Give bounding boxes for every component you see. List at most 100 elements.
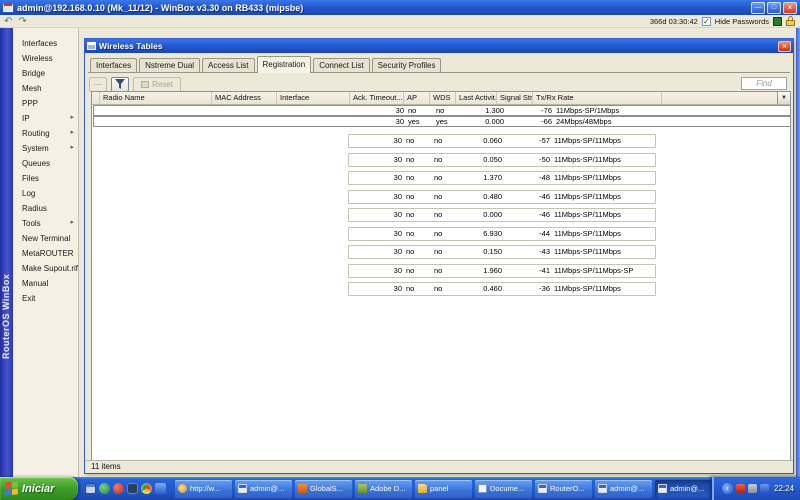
column-select-button[interactable]: ▼: [777, 92, 790, 104]
sidebar-item-new-terminal[interactable]: New Terminal: [13, 231, 78, 246]
column-header-wds[interactable]: WDS: [430, 92, 456, 104]
sidebar-item-bridge[interactable]: Bridge: [13, 66, 78, 81]
tab-security-profiles[interactable]: Security Profiles: [371, 58, 442, 72]
column-header-signal-stre[interactable]: Signal Stre...: [497, 92, 533, 104]
network-icon[interactable]: [760, 484, 769, 493]
sidebar-item-files[interactable]: Files: [13, 171, 78, 186]
taskbar-button-label: admin@...: [610, 484, 645, 493]
wireless-tables-icon: [87, 42, 96, 50]
sidebar-item-radius[interactable]: Radius: [13, 201, 78, 216]
minimize-button[interactable]: —: [751, 1, 765, 14]
column-header-mac-address[interactable]: MAC Address: [212, 92, 277, 104]
table-row[interactable]: 30 no no 0.480 -46 11Mbps-SP/11Mbps: [92, 189, 790, 204]
table-row[interactable]: 30 no no 1.960 -41 11Mbps-SP/11Mbps-SP: [92, 263, 790, 278]
cell-last-activity: 0.000: [485, 117, 504, 126]
table-row[interactable]: 30 no no 0.060 -57 11Mbps-SP/11Mbps: [92, 134, 790, 148]
wireless-tables-titlebar[interactable]: Wireless Tables ×: [85, 39, 793, 53]
submenu-arrow-icon: ▸: [70, 219, 74, 226]
reset-button[interactable]: Reset: [133, 76, 181, 92]
taskbar-button-docume[interactable]: Docume...: [475, 479, 532, 498]
taskbar-button-adobe-d[interactable]: Adobe D...: [355, 479, 412, 498]
sidebar-item-log[interactable]: Log: [13, 186, 78, 201]
taskbar-button-admin[interactable]: admin@...: [235, 479, 292, 498]
registration-table: Radio Name MAC Address Interface Ack. Timeo…: [91, 91, 791, 461]
sidebar-item-label: Routing: [22, 129, 50, 138]
main-titlebar: admin@192.168.0.10 (Mk_11/12) - WinBox v…: [0, 0, 800, 15]
sidebar-item-routing[interactable]: Routing ▸: [13, 126, 78, 141]
cell-ack-timeout: 30: [393, 173, 402, 182]
sidebar-item-exit[interactable]: Exit: [13, 291, 78, 306]
undo-icon[interactable]: ↶: [4, 16, 12, 27]
tab-interfaces[interactable]: Interfaces: [90, 58, 138, 72]
display-icon[interactable]: [748, 484, 757, 493]
cell-signal-strength: -57: [539, 136, 550, 145]
table-row[interactable]: 30 no no 1.370 -48 11Mbps-SP/11Mbps: [92, 171, 790, 185]
column-header-radio-name[interactable]: Radio Name: [100, 92, 212, 104]
taskbar-button-http-w[interactable]: http://w...: [175, 479, 232, 498]
column-header-ap[interactable]: AP: [404, 92, 430, 104]
cell-ap: no: [408, 106, 417, 115]
cell-ap: no: [406, 265, 415, 275]
sidebar: Interfaces Wireless Bridge Mesh PPP IP ▸ Routin…: [13, 28, 79, 477]
sidebar-item-wireless[interactable]: Wireless: [13, 51, 78, 66]
taskbar-button-panel[interactable]: panel: [415, 479, 472, 498]
column-header-last-activit[interactable]: Last Activit...: [456, 92, 497, 104]
column-header-interface[interactable]: Interface: [277, 92, 350, 104]
sidebar-item-queues[interactable]: Queues: [13, 156, 78, 171]
tab-registration[interactable]: Registration: [256, 56, 312, 73]
start-button[interactable]: Iniciar: [0, 477, 78, 500]
sidebar-item-interfaces[interactable]: Interfaces: [13, 36, 78, 51]
chrome-icon[interactable]: [141, 483, 152, 494]
sidebar-item-ip[interactable]: IP ▸: [13, 111, 78, 126]
find-button[interactable]: Find: [741, 77, 787, 90]
taskbar-button-admin[interactable]: admin@...: [595, 479, 652, 498]
main-toolbar: ↶ ↷ 366d 03:30:42 ✓ Hide Passwords: [0, 15, 800, 28]
window-right-border: [796, 28, 800, 477]
table-row[interactable]: 30 no no 1.300 -76 11Mbps-SP/1Mbps: [93, 105, 791, 116]
tab-access-list[interactable]: Access List: [202, 58, 255, 72]
table-row[interactable]: 30 no no 0.460 -36 11Mbps-SP/11Mbps: [92, 282, 790, 296]
cell-ack-timeout: 30: [393, 210, 402, 219]
reset-icon: [141, 80, 150, 88]
submenu-arrow-icon: ▸: [70, 129, 74, 136]
shield-icon[interactable]: [99, 483, 110, 494]
phone-icon[interactable]: [127, 483, 138, 494]
table-row[interactable]: 30 yes yes 0.000 -66 24Mbps/48Mbps: [93, 116, 791, 127]
tab-connect-list[interactable]: Connect List: [313, 58, 370, 72]
restore-button[interactable]: □: [767, 1, 781, 14]
sidebar-item-ppp[interactable]: PPP: [13, 96, 78, 111]
taskbar-button-label: Adobe D...: [370, 484, 406, 493]
sidebar-item-tools[interactable]: Tools ▸: [13, 216, 78, 231]
table-row[interactable]: 30 no no 0.050 -50 11Mbps-SP/11Mbps: [92, 152, 790, 167]
hide-passwords-checkbox[interactable]: ✓: [701, 16, 711, 26]
security-icon[interactable]: [736, 484, 745, 493]
taskbar-buttons: http://w... admin@... GlobalS... Adobe D...…: [175, 479, 712, 498]
messenger-icon[interactable]: [155, 483, 166, 494]
sidebar-item-manual[interactable]: Manual: [13, 276, 78, 291]
column-header-tx-rx-rate[interactable]: Tx/Rx Rate: [533, 92, 662, 104]
column-header-ack-timeout[interactable]: Ack. Timeout...: [350, 92, 404, 104]
sidebar-item-label: IP: [22, 114, 30, 123]
desktop-icon[interactable]: [85, 483, 96, 494]
taskbar-button-globals[interactable]: GlobalS...: [295, 479, 352, 498]
filter-button[interactable]: [111, 76, 129, 92]
table-row[interactable]: 30 no no 0.150 -43 11Mbps-SP/11Mbps: [92, 245, 790, 259]
wireless-close-button[interactable]: ×: [778, 40, 791, 52]
tray-collapse-icon[interactable]: ‹: [722, 483, 733, 494]
sidebar-item-system[interactable]: System ▸: [13, 141, 78, 156]
sidebar-item-make-supout-rif[interactable]: Make Supout.rif: [13, 261, 78, 276]
sidebar-item-mesh[interactable]: Mesh: [13, 81, 78, 96]
tab-nstreme-dual[interactable]: Nstreme Dual: [139, 58, 201, 72]
table-row[interactable]: 30 no no 6.930 -44 11Mbps-SP/11Mbps: [92, 226, 790, 241]
table-row[interactable]: 30 no no 0.000 -46 11Mbps-SP/11Mbps: [92, 208, 790, 222]
taskbar-button-routero[interactable]: RouterO...: [535, 479, 592, 498]
cell-wds: no: [434, 265, 443, 275]
taskbar-button-admin[interactable]: admin@...: [655, 479, 712, 498]
cell-tx-rx-rate: 11Mbps-SP/11Mbps: [554, 173, 621, 182]
windows-logo-icon: [5, 481, 18, 496]
close-button[interactable]: ×: [783, 1, 797, 14]
opera-icon[interactable]: [113, 483, 124, 494]
redo-icon[interactable]: ↷: [18, 16, 26, 27]
sidebar-item-metarouter[interactable]: MetaROUTER: [13, 246, 78, 261]
remove-entry-button[interactable]: —: [89, 76, 107, 92]
